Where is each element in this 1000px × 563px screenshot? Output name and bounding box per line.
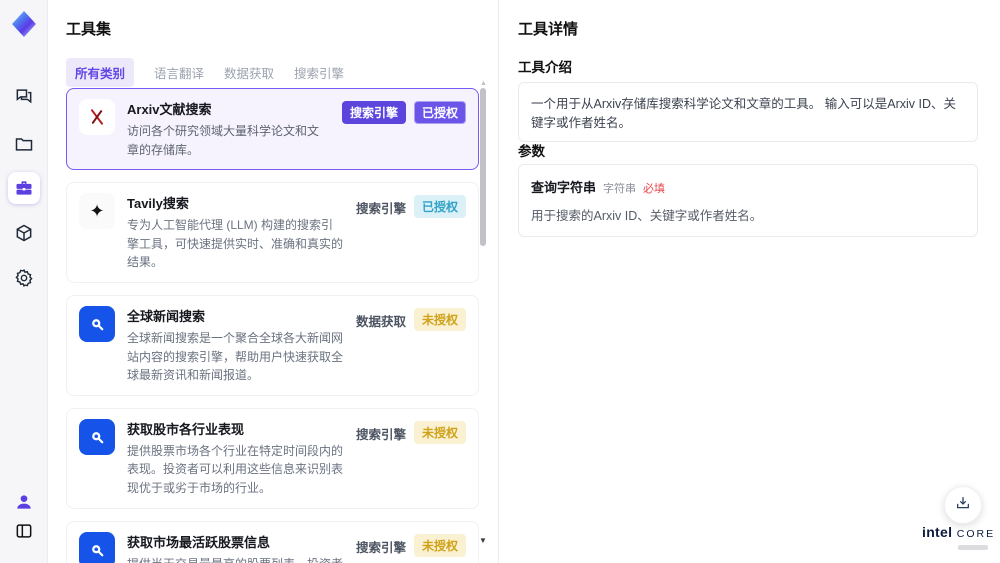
tool-card-global-news[interactable]: 全球新闻搜索 全球新闻搜索是一个聚合全球各大新闻网站内容的搜索引擎，帮助用户快速… (66, 294, 479, 396)
tool-card-arxiv[interactable]: Arxiv文献搜索 访问各个研究领域大量科学论文和文章的存储库。 搜索引擎 已授… (66, 88, 479, 171)
category-label: 数据获取 (355, 314, 406, 329)
intro-heading: 工具介绍 (518, 60, 572, 75)
list-scrollbar-thumb[interactable] (480, 88, 486, 246)
scroll-down-arrow-icon[interactable]: ▼ (479, 536, 487, 545)
tab-all-categories[interactable]: 所有类别 (66, 58, 135, 87)
tool-name: 获取市场最活跃股票信息 (127, 534, 271, 550)
status-badge: 未授权 (413, 420, 466, 444)
details-title: 工具详情 (518, 21, 579, 38)
tool-card-sector-performance[interactable]: 获取股市各行业表现 提供股票市场各个行业在特定时间段内的表现。投资者可以利用这些… (66, 407, 479, 509)
user-avatar-icon (14, 492, 34, 512)
parameter-card: 查询字符串 字符串 必填 用于搜索的Arxiv ID、关键字或作者姓名。 (518, 164, 978, 237)
folder-icon (14, 134, 34, 154)
tool-name: Arxiv文献搜索 (127, 102, 212, 117)
param-name: 查询字符串 (531, 180, 597, 195)
category-badge: 搜索引擎 (341, 101, 406, 124)
sidebar-collapse-toggle[interactable] (8, 515, 40, 547)
tavily-star-icon: ✦ (79, 193, 115, 230)
tool-list-panel: 工具集 所有类别 语言翻译 数据获取 搜索引擎 Arxiv文献搜索 访问各个研究… (48, 0, 498, 563)
tool-name: Tavily搜索 (127, 196, 189, 212)
tool-card-most-active-stocks[interactable]: 获取市场最活跃股票信息 提供当天交易量最高的股票列表，投资者可以利用这些信息来识… (66, 520, 479, 563)
stock-search-icon (79, 418, 115, 455)
cube-icon (14, 223, 34, 243)
intel-core-logo: intel CORE (922, 524, 993, 550)
status-badge: 未授权 (413, 307, 466, 331)
tab-language-translation[interactable]: 语言翻译 (154, 63, 204, 82)
intel-ultra-mark (958, 545, 988, 550)
sidebar-item-tools[interactable] (8, 172, 40, 204)
param-type: 字符串 (603, 183, 637, 195)
core-wordmark: CORE (956, 528, 996, 540)
params-heading: 参数 (518, 144, 545, 159)
left-rail (0, 0, 48, 563)
briefcase-icon (14, 178, 34, 198)
tab-data-acquisition[interactable]: 数据获取 (224, 63, 274, 82)
download-icon (955, 495, 971, 516)
sidebar-item-settings[interactable] (8, 262, 40, 294)
tool-intro-box: 一个用于从Arxiv存储库搜索科学论文和文章的工具。 输入可以是Arxiv ID… (518, 82, 978, 142)
chat-icon (14, 86, 34, 106)
scroll-up-arrow-icon[interactable]: ▲ (480, 80, 487, 87)
sidebar-item-files[interactable] (8, 128, 40, 160)
status-badge: 已授权 (413, 101, 466, 124)
arxiv-icon (79, 99, 115, 135)
tool-card-list: Arxiv文献搜索 访问各个研究领域大量科学论文和文章的存储库。 搜索引擎 已授… (66, 88, 479, 563)
tab-search-engine[interactable]: 搜索引擎 (294, 63, 344, 82)
app-logo (10, 10, 38, 38)
status-badge: 未授权 (413, 533, 466, 557)
status-badge: 已授权 (413, 195, 466, 219)
tool-description: 专为人工智能代理 (LLM) 构建的搜索引擎工具，可快速提供实时、准确和真实的结… (127, 218, 344, 270)
sidebar-item-account[interactable] (8, 486, 40, 518)
gear-icon (14, 268, 34, 288)
category-label: 搜索引擎 (355, 427, 406, 442)
tool-card-tavily[interactable]: ✦ Tavily搜索 专为人工智能代理 (LLM) 构建的搜索引擎工具，可快速提… (66, 182, 479, 283)
tool-description: 全球新闻搜索是一个聚合全球各大新闻网站内容的搜索引擎，帮助用户快速获取全球最新资… (127, 330, 344, 383)
param-description: 用于搜索的Arxiv ID、关键字或作者姓名。 (531, 209, 763, 223)
tool-description: 提供当天交易量最高的股票列表，投资者可以利用这些信息来识别流动性强的股票和潜在的… (127, 555, 344, 563)
page-title: 工具集 (66, 21, 112, 38)
stock-search-icon (79, 531, 115, 563)
sidebar-item-chat[interactable] (8, 80, 40, 112)
param-required-flag: 必填 (643, 183, 666, 195)
tool-description: 访问各个研究领域大量科学论文和文章的存储库。 (127, 124, 320, 157)
intel-wordmark: intel (922, 524, 953, 540)
diamond-logo-icon (12, 11, 36, 37)
category-tabs: 所有类别 语言翻译 数据获取 搜索引擎 (66, 58, 344, 87)
category-label: 搜索引擎 (355, 540, 406, 555)
tool-description: 提供股票市场各个行业在特定时间段内的表现。投资者可以利用这些信息来识别表现优于或… (127, 443, 344, 495)
tool-details-panel: 工具详情 工具介绍 一个用于从Arxiv存储库搜索科学论文和文章的工具。 输入可… (498, 0, 1000, 563)
category-label: 搜索引擎 (355, 202, 406, 217)
news-search-icon (79, 305, 115, 342)
panel-toggle-icon (14, 521, 34, 541)
tool-name: 获取股市各行业表现 (127, 421, 245, 437)
sidebar-item-models[interactable] (8, 217, 40, 249)
tool-name: 全球新闻搜索 (127, 308, 206, 324)
download-button[interactable] (944, 486, 982, 524)
